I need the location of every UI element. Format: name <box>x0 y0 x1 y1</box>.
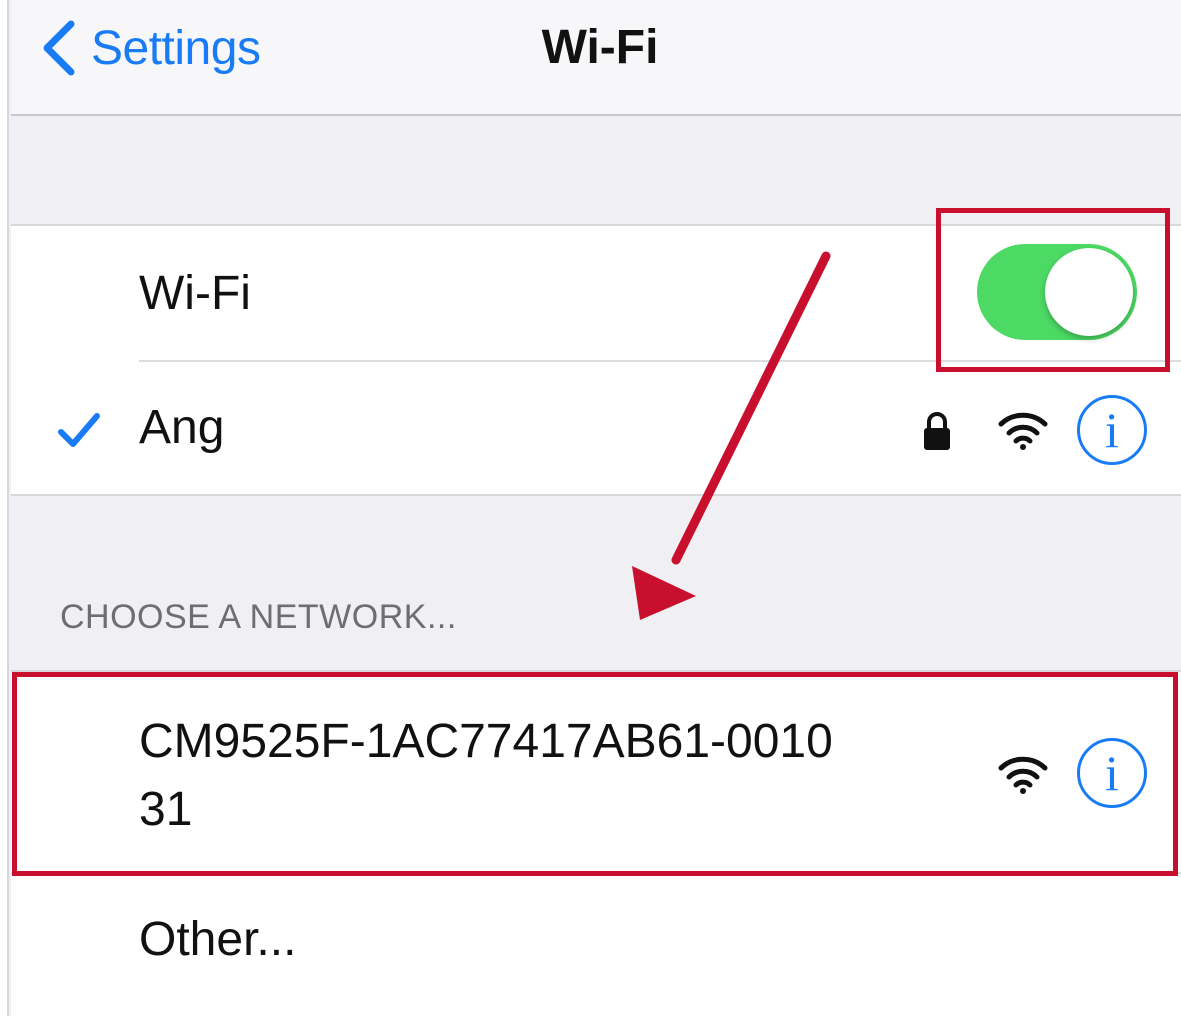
page-title: Wi-Fi <box>541 21 659 74</box>
wifi-settings-screen: Settings Wi-Fi Wi-Fi Ang i CHOOSE A NETW… <box>0 0 1181 1016</box>
wifi-toggle-label: Wi-Fi <box>139 267 251 320</box>
checkmark-icon <box>58 413 100 447</box>
navigation-bar: Settings Wi-Fi <box>11 0 1181 116</box>
network-info-button[interactable]: i <box>1077 395 1147 465</box>
left-edge <box>0 0 9 1016</box>
wifi-signal-icon <box>998 412 1048 450</box>
section-header: CHOOSE A NETWORK... <box>60 598 457 636</box>
annotation-box-network <box>12 672 1178 876</box>
other-network-row[interactable]: Other... <box>11 874 1181 1008</box>
connected-network-name: Ang <box>139 401 225 454</box>
other-network-label: Other... <box>139 913 297 966</box>
annotation-box-toggle <box>936 208 1170 372</box>
connected-network-row[interactable]: Ang i <box>11 362 1181 496</box>
lock-icon <box>924 412 950 450</box>
